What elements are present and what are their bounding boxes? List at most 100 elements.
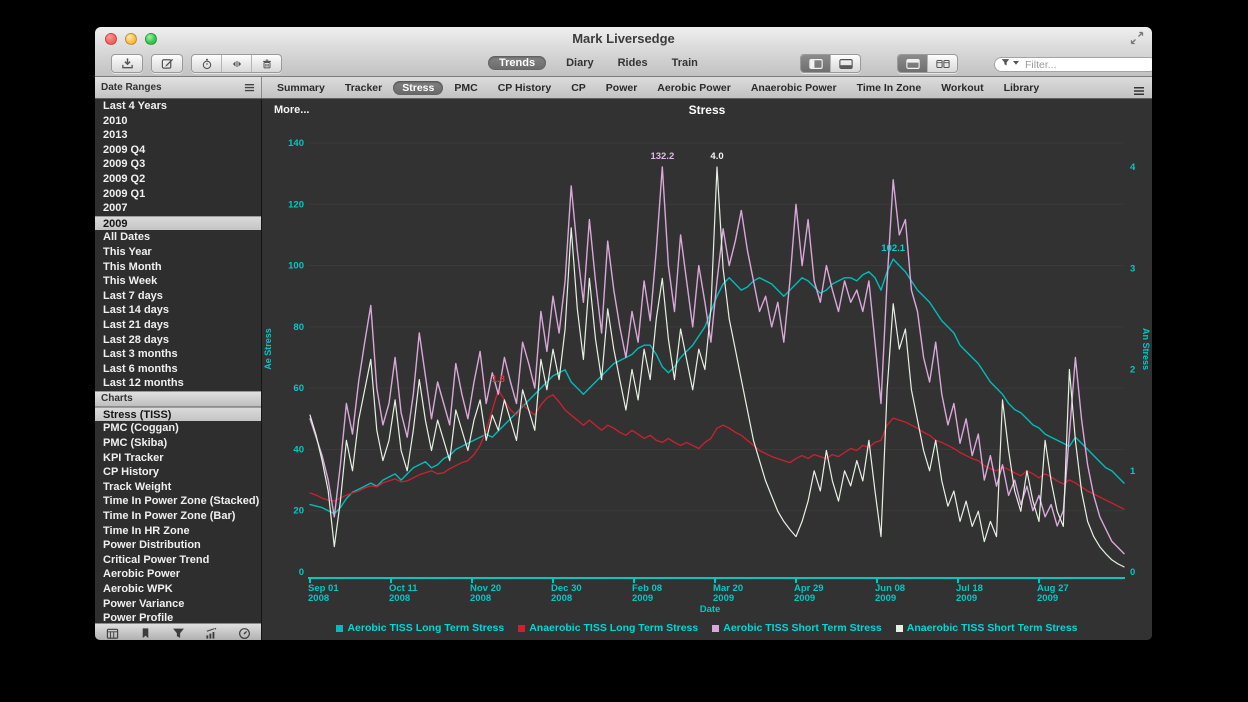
chart-item[interactable]: Aerobic WPK	[95, 582, 261, 597]
chart-item[interactable]: Critical Power Trend	[95, 553, 261, 568]
bars-icon[interactable]	[205, 627, 218, 640]
date-range-item[interactable]: 2009 Q1	[95, 187, 261, 202]
chart-item[interactable]: Stress (TISS)	[95, 407, 261, 422]
date-range-item[interactable]: Last 14 days	[95, 303, 261, 318]
sidebar-menu-icon[interactable]	[244, 83, 255, 92]
legend-item: Anaerobic TISS Short Term Stress	[896, 622, 1078, 634]
svg-text:Sep 012008: Sep 012008	[308, 583, 339, 604]
charts-section-header[interactable]: Charts	[95, 391, 261, 407]
chart-item[interactable]: KPI Tracker	[95, 451, 261, 466]
toolbar: Trends Diary Rides Train	[95, 50, 1152, 76]
tab-stress[interactable]: Stress	[393, 81, 443, 95]
date-range-item[interactable]: 2010	[95, 114, 261, 129]
chart-item[interactable]: Time In Power Zone (Stacked)	[95, 494, 261, 509]
tab-library[interactable]: Library	[995, 81, 1049, 95]
filter-field-wrap	[994, 55, 1152, 73]
style-toggle-group	[897, 54, 958, 73]
calendar-icon[interactable]	[106, 627, 119, 640]
view-tab-rides[interactable]: Rides	[614, 56, 652, 70]
date-range-item[interactable]: This Year	[95, 245, 261, 260]
chart-item[interactable]: PMC (Coggan)	[95, 421, 261, 436]
tab-time-in-zone[interactable]: Time In Zone	[848, 81, 931, 95]
svg-text:Ae Stress: Ae Stress	[263, 328, 273, 370]
tab-power[interactable]: Power	[597, 81, 647, 95]
tabbar-menu-icon[interactable]	[1133, 83, 1145, 93]
export-button[interactable]	[111, 54, 143, 73]
svg-text:Apr 292009: Apr 292009	[794, 583, 824, 604]
date-range-item[interactable]: Last 3 months	[95, 347, 261, 362]
window-title: Mark Liversedge	[95, 31, 1152, 46]
split-button[interactable]	[222, 55, 252, 72]
svg-text:0: 0	[1130, 567, 1135, 578]
view-tiled-toggle[interactable]	[898, 55, 928, 72]
date-range-item[interactable]: Last 7 days	[95, 289, 261, 304]
panel-toggle-group	[800, 54, 861, 73]
chart-item[interactable]: Time In Power Zone (Bar)	[95, 509, 261, 524]
view-tab-train[interactable]: Train	[668, 56, 702, 70]
gauge-icon[interactable]	[238, 627, 251, 640]
svg-text:Date: Date	[700, 604, 721, 615]
view-tiled-icon	[906, 58, 920, 70]
date-range-item[interactable]: Last 6 months	[95, 362, 261, 377]
chart-item[interactable]: PMC (Skiba)	[95, 436, 261, 451]
svg-text:Nov 202008: Nov 202008	[470, 583, 501, 604]
date-range-item[interactable]: 2009 Q2	[95, 172, 261, 187]
date-range-item[interactable]: This Month	[95, 260, 261, 275]
tab-tracker[interactable]: Tracker	[336, 81, 391, 95]
svg-text:102.1: 102.1	[881, 243, 905, 254]
tab-summary[interactable]: Summary	[268, 81, 334, 95]
chart-item[interactable]: Time In HR Zone	[95, 524, 261, 539]
tab-cp[interactable]: CP	[562, 81, 595, 95]
date-range-item[interactable]: Last 4 Years	[95, 99, 261, 114]
svg-text:Dec 302008: Dec 302008	[551, 583, 582, 604]
view-tabbed-toggle[interactable]	[928, 55, 957, 72]
panel-left-toggle[interactable]	[801, 55, 831, 72]
date-range-item[interactable]: Last 21 days	[95, 318, 261, 333]
date-range-item[interactable]: Last 12 months	[95, 376, 261, 391]
date-range-item[interactable]: 2009 Q4	[95, 143, 261, 158]
date-range-item[interactable]: This Week	[95, 274, 261, 289]
stopwatch-button[interactable]	[192, 55, 222, 72]
trash-button[interactable]	[252, 55, 281, 72]
chart-item[interactable]: CP History	[95, 465, 261, 480]
legend-swatch	[712, 625, 719, 632]
tab-anaerobic-power[interactable]: Anaerobic Power	[742, 81, 846, 95]
view-tab-diary[interactable]: Diary	[562, 56, 598, 70]
date-range-item[interactable]: 2009 Q3	[95, 157, 261, 172]
fullscreen-icon[interactable]	[1130, 31, 1144, 45]
compose-button[interactable]	[151, 54, 183, 73]
svg-text:132.2: 132.2	[650, 151, 674, 162]
date-range-item[interactable]: 2009	[95, 216, 261, 231]
tab-cp-history[interactable]: CP History	[489, 81, 561, 95]
svg-text:120: 120	[288, 199, 304, 210]
date-range-item[interactable]: 2007	[95, 201, 261, 216]
svg-text:3: 3	[1130, 263, 1135, 274]
svg-text:0: 0	[299, 567, 304, 578]
view-tab-trends[interactable]: Trends	[488, 56, 546, 70]
title-bar[interactable]: Mark Liversedge	[95, 27, 1152, 50]
chart-item[interactable]: Power Distribution	[95, 538, 261, 553]
tab-aerobic-power[interactable]: Aerobic Power	[648, 81, 740, 95]
svg-text:Feb 082009: Feb 082009	[632, 583, 662, 604]
panel-bottom-toggle[interactable]	[831, 55, 860, 72]
svg-text:Jul 182009: Jul 182009	[956, 583, 983, 604]
chart-item[interactable]: Aerobic Power	[95, 567, 261, 582]
funnel-icon[interactable]	[172, 627, 185, 640]
more-link[interactable]: More...	[274, 104, 309, 116]
filter-funnel-icon[interactable]	[1001, 58, 1020, 67]
date-range-item[interactable]: All Dates	[95, 230, 261, 245]
chart-item[interactable]: Power Variance	[95, 597, 261, 612]
tab-workout[interactable]: Workout	[932, 81, 992, 95]
legend-item: Anaerobic TISS Long Term Stress	[518, 622, 698, 634]
date-range-item[interactable]: Last 28 days	[95, 333, 261, 348]
date-ranges-header[interactable]: Date Ranges	[95, 77, 262, 98]
caret-down-icon	[1012, 58, 1020, 67]
bookmark-icon[interactable]	[139, 627, 152, 640]
date-range-item[interactable]: 2013	[95, 128, 261, 143]
chart-item[interactable]: Track Weight	[95, 480, 261, 495]
sidebar-bottom-toolbar	[95, 623, 261, 640]
tab-pmc[interactable]: PMC	[445, 81, 486, 95]
chart-title: Stress	[262, 103, 1152, 117]
chart-tab-bar: SummaryTrackerStressPMCCP HistoryCPPower…	[262, 77, 1152, 98]
legend-label: Anaerobic TISS Short Term Stress	[907, 622, 1078, 634]
